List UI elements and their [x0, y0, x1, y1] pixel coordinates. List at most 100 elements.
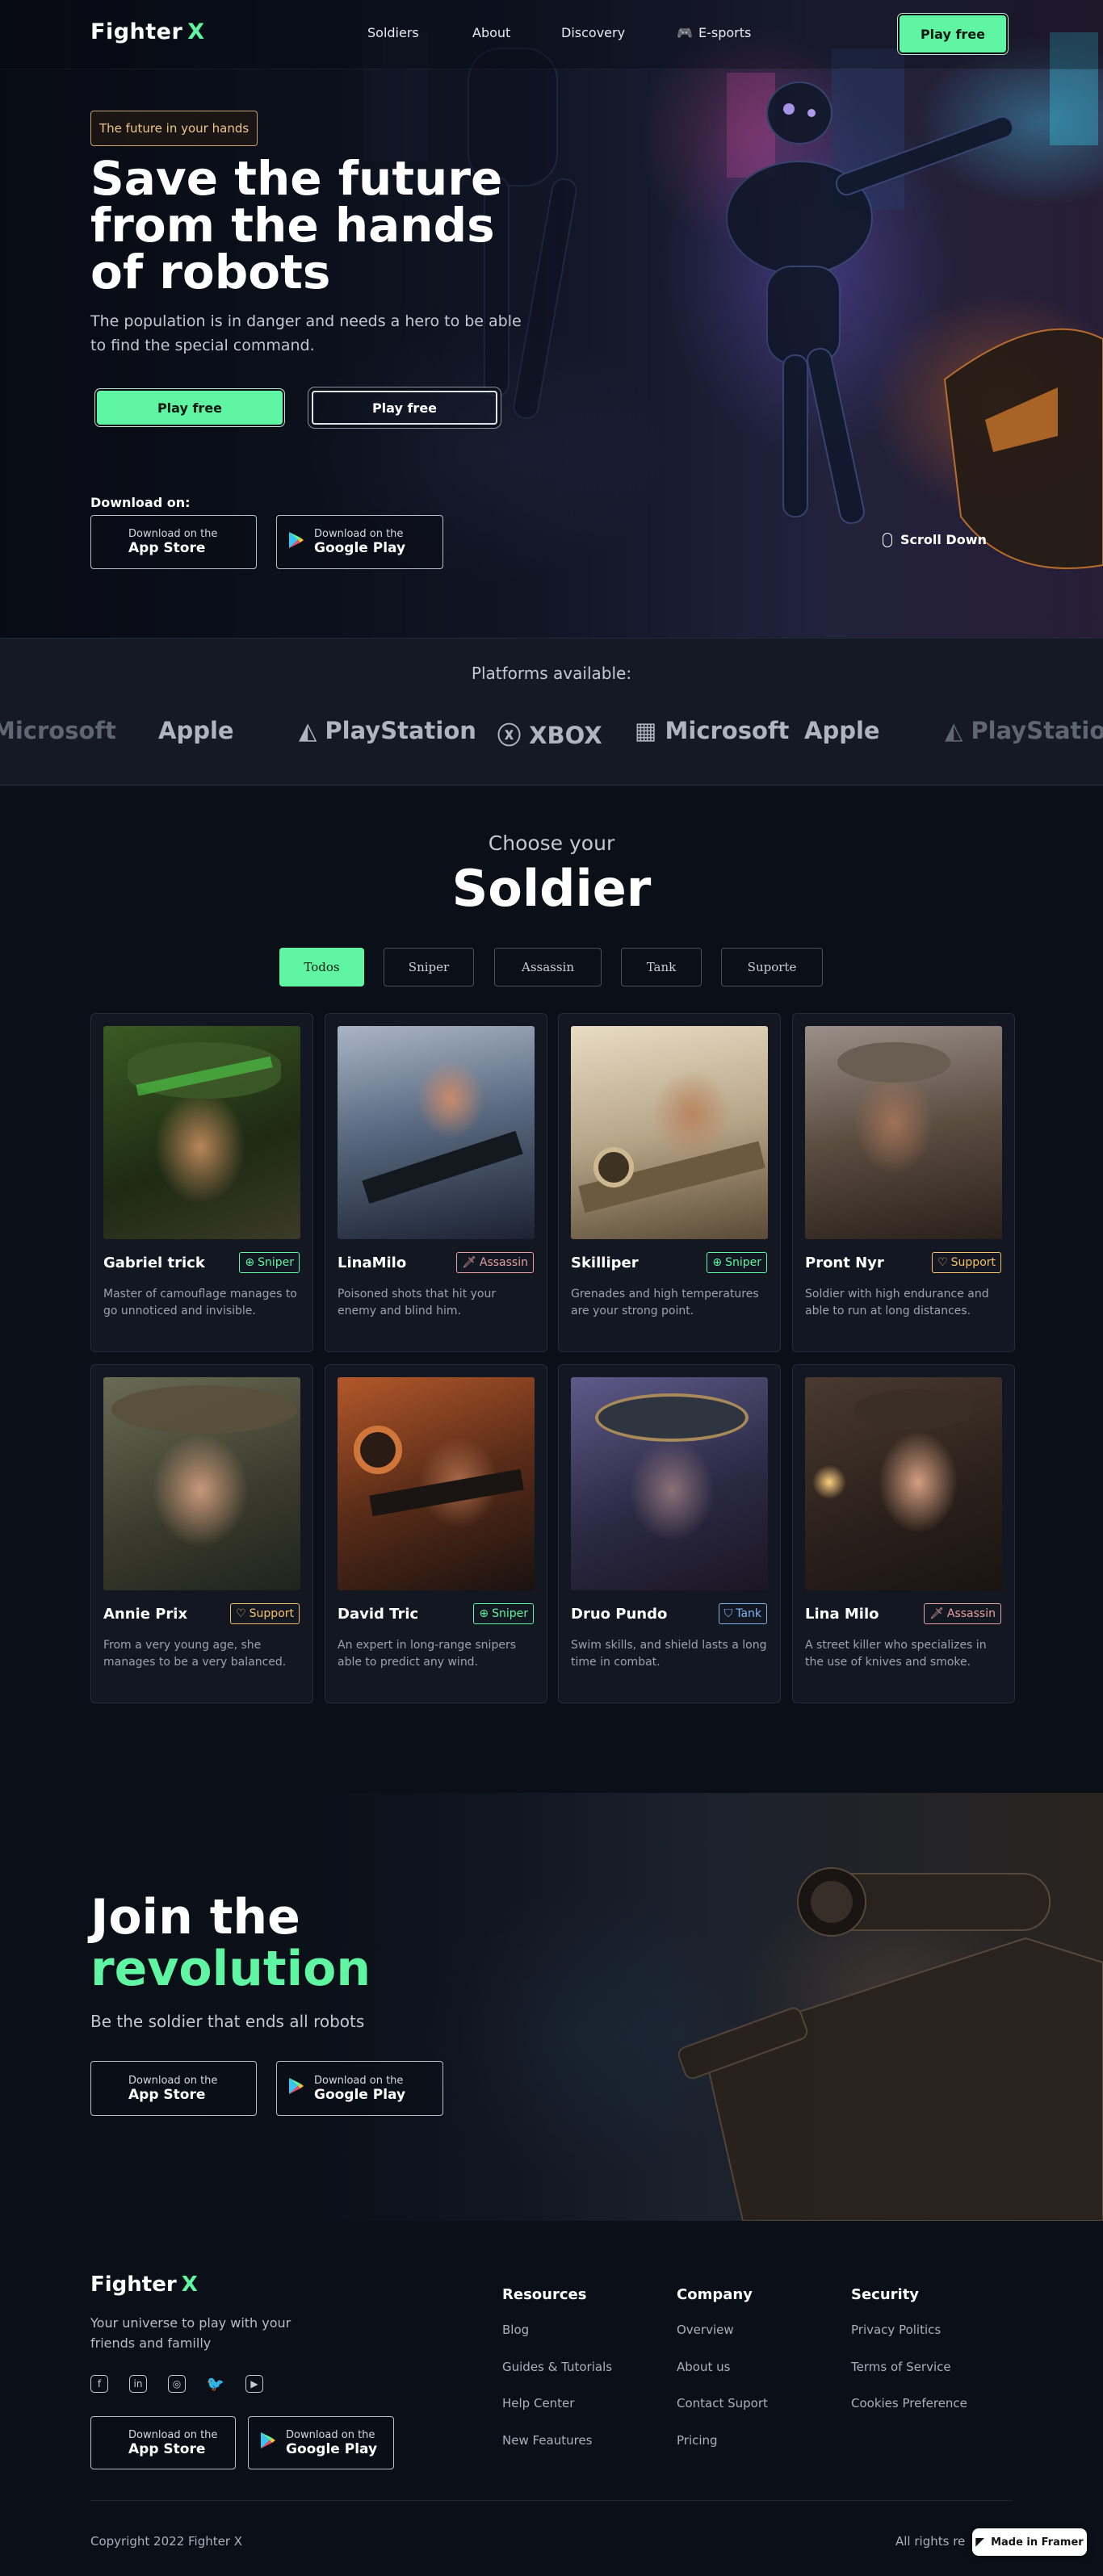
soldier-card[interactable]: David Tric ⊕ Sniper An expert in long-ran…	[325, 1364, 547, 1703]
join-app-store-button[interactable]: Download on the App Store	[90, 2061, 257, 2116]
soldier-portrait	[338, 1026, 535, 1239]
platform-logo-text: Apple	[158, 717, 234, 744]
filter-todos[interactable]: Todos	[279, 948, 364, 986]
platform-logo-xbox: ⓧ XBOX	[497, 717, 602, 749]
footer-link-guides[interactable]: Guides & Tutorials	[502, 2360, 612, 2374]
footer-link-help-center[interactable]: Help Center	[502, 2396, 574, 2411]
soldier-card[interactable]: Annie Prix ♡ Support From a very young ag…	[90, 1364, 313, 1703]
filter-tank[interactable]: Tank	[621, 948, 702, 986]
footer-link-overview[interactable]: Overview	[677, 2323, 734, 2337]
join-title-highlight: revolution	[90, 1941, 371, 1997]
scroll-down-label: Scroll Down	[900, 532, 987, 547]
crosshair-icon: ⊕	[712, 1256, 723, 1269]
soldier-card[interactable]: Pront Nyr ♡ Support Soldier with high end…	[792, 1013, 1015, 1352]
linkedin-icon[interactable]: in	[129, 2375, 147, 2393]
soldier-card[interactable]: Druo Pundo ⛉ Tank Swim skills, and shield…	[558, 1364, 781, 1703]
store-line2: Google Play	[286, 2440, 378, 2457]
role-badge: ⊕ Sniper	[707, 1252, 767, 1273]
soldier-card[interactable]: Skilliper ⊕ Sniper Grenades and high temp…	[558, 1013, 781, 1352]
platform-logo-text: XBOX	[529, 722, 602, 749]
footer-link-blog[interactable]: Blog	[502, 2323, 529, 2337]
nav-play-free-button[interactable]: Play free	[900, 15, 1006, 52]
heart-icon: ♡	[236, 1607, 246, 1620]
soldier-card[interactable]: Gabriel trick ⊕ Sniper Master of camoufla…	[90, 1013, 313, 1352]
playstation-icon: ◭	[945, 717, 963, 744]
footer-column-title-company: Company	[677, 2286, 753, 2303]
role-badge: ♡ Support	[230, 1603, 300, 1624]
footer-tagline: Your universe to play with your friends …	[90, 2315, 291, 2351]
hero-play-free-secondary-button[interactable]: Play free	[312, 391, 497, 425]
soldier-portrait	[571, 1377, 768, 1590]
role-label: Support	[249, 1607, 294, 1620]
hero-tagline: The future in your hands	[90, 111, 258, 146]
instagram-icon[interactable]: ◎	[168, 2375, 186, 2393]
store-line1: Download on the	[286, 2428, 375, 2441]
role-badge: 🗡 Assassin	[456, 1252, 534, 1273]
hero-app-store-button[interactable]: Download on the App Store	[90, 515, 257, 569]
join-subtitle: Be the soldier that ends all robots	[90, 2012, 365, 2031]
soldier-description: Master of camouflage manages to go unnot…	[103, 1288, 297, 1317]
soldier-description: A street killer who specializes in the u…	[805, 1639, 987, 1669]
facebook-icon[interactable]: f	[90, 2375, 108, 2393]
nav-link-discovery[interactable]: Discovery	[561, 25, 625, 40]
soldier-name: Skilliper	[571, 1254, 639, 1271]
youtube-icon[interactable]: ▶	[245, 2375, 263, 2393]
store-line1: Download on the	[128, 528, 218, 540]
hero-google-play-button[interactable]: Download on the Google Play	[276, 515, 443, 569]
copyright: Copyright 2022 Fighter X	[90, 2534, 243, 2549]
footer-google-play-button[interactable]: Download on the Google Play	[248, 2416, 394, 2469]
platform-logo-playstation: ◭ PlayStation	[299, 717, 476, 746]
store-line1: Download on the	[314, 2074, 404, 2087]
store-line1: Download on the	[128, 2428, 218, 2441]
hero-play-free-button[interactable]: Play free	[97, 391, 283, 425]
section-subtitle: Choose your	[488, 831, 615, 855]
store-line2: App Store	[128, 2440, 206, 2457]
dagger-icon: 🗡	[462, 1256, 476, 1269]
soldier-portrait	[805, 1377, 1002, 1590]
footer-link-contact-support[interactable]: Contact Suport	[677, 2396, 768, 2411]
footer-logo[interactable]: Fighter X	[90, 2272, 198, 2297]
soldier-card[interactable]: Lina Milo 🗡 Assassin A street killer who …	[792, 1364, 1015, 1703]
soldier-portrait	[338, 1377, 535, 1590]
soldier-portrait	[571, 1026, 768, 1239]
playstation-icon: ◭	[299, 717, 317, 744]
soldier-description: Poisoned shots that hit your enemy and b…	[338, 1288, 497, 1317]
role-label: Sniper	[725, 1256, 761, 1269]
rights-text: All rights re	[895, 2534, 966, 2549]
twitter-icon[interactable]: 🐦	[207, 2375, 224, 2393]
brand-name: Fighter	[90, 2272, 177, 2297]
footer-link-new-features[interactable]: New Feautures	[502, 2433, 593, 2448]
nav-link-soldiers[interactable]: Soldiers	[367, 25, 419, 40]
scroll-down[interactable]: Scroll Down	[883, 532, 987, 547]
soldier-card[interactable]: LinaMilo 🗡 Assassin Poisoned shots that h…	[325, 1013, 547, 1352]
framer-icon: ◤	[975, 2536, 985, 2549]
footer-link-about-us[interactable]: About us	[677, 2360, 730, 2374]
google-play-icon	[287, 2077, 306, 2100]
soldier-name: David Tric	[338, 1606, 419, 1623]
nav-link-esports[interactable]: E-sports	[698, 25, 751, 40]
footer-link-cookies[interactable]: Cookies Preference	[851, 2396, 967, 2411]
soldier-portrait	[103, 1377, 300, 1590]
hero-subtitle: The population is in danger and needs a …	[90, 312, 522, 354]
platform-logo-apple: Apple	[804, 717, 880, 746]
footer-link-terms[interactable]: Terms of Service	[851, 2360, 951, 2374]
hero-title: Save the future from the hands of robots	[90, 151, 503, 299]
join-title: Join the	[90, 1889, 300, 1946]
role-label: Support	[950, 1256, 996, 1269]
soldier-portrait	[805, 1026, 1002, 1239]
soldier-description: Grenades and high temperatures are your …	[571, 1288, 759, 1317]
footer-link-pricing[interactable]: Pricing	[677, 2433, 718, 2448]
join-google-play-button[interactable]: Download on the Google Play	[276, 2061, 443, 2116]
filter-assassin[interactable]: Assassin	[494, 948, 602, 986]
nav-link-about[interactable]: About	[472, 25, 510, 40]
footer-app-store-button[interactable]: Download on the App Store	[90, 2416, 236, 2469]
crosshair-icon: ⊕	[479, 1607, 489, 1620]
made-in-framer-badge[interactable]: ◤ Made in Framer	[972, 2528, 1087, 2556]
soldier-description: Soldier with high endurance and able to …	[805, 1288, 989, 1317]
filter-sniper[interactable]: Sniper	[384, 948, 474, 986]
footer-link-privacy[interactable]: Privacy Politics	[851, 2323, 941, 2337]
store-line1: Download on the	[128, 2074, 218, 2087]
brand-logo[interactable]: Fighter X	[90, 19, 205, 44]
filter-suporte[interactable]: Suporte	[721, 948, 823, 986]
soldier-description: From a very young age, she manages to be…	[103, 1639, 287, 1669]
